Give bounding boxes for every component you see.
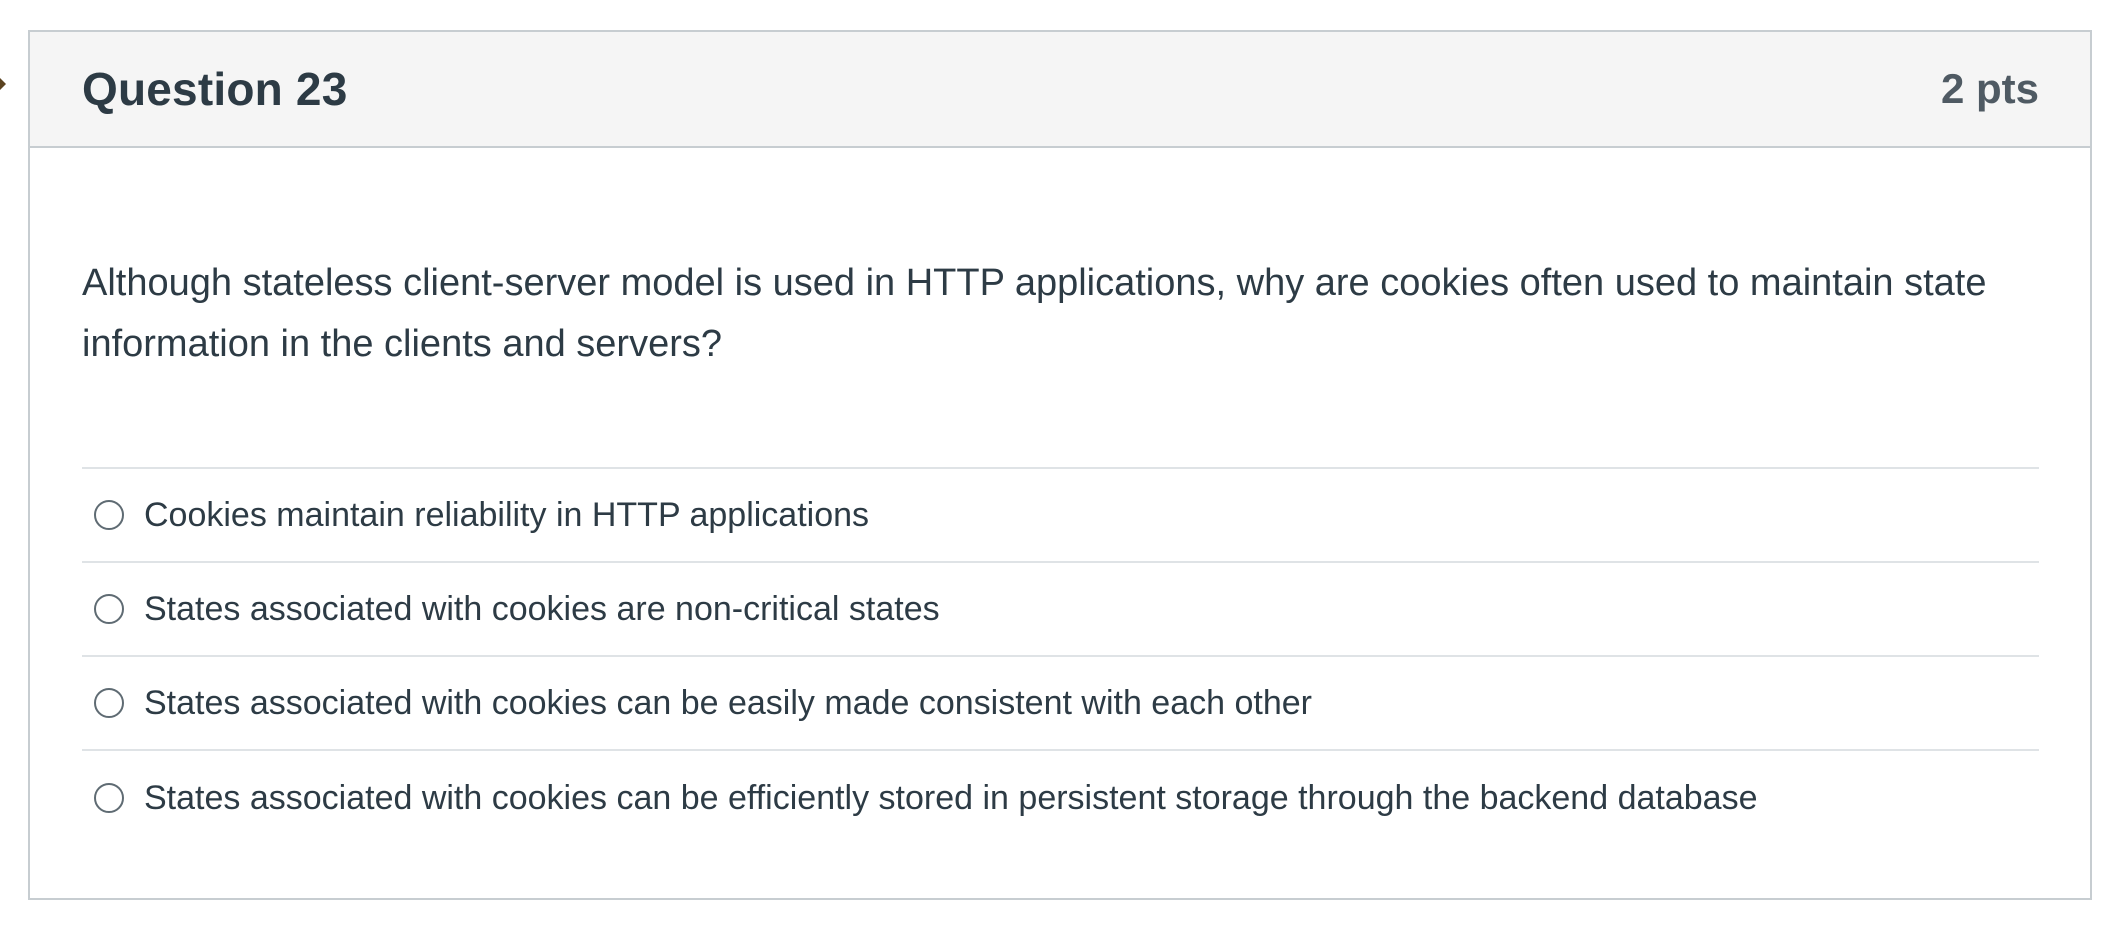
answer-option-3[interactable]: States associated with cookies can be ea… xyxy=(82,657,2039,751)
answer-option-1[interactable]: Cookies maintain reliability in HTTP app… xyxy=(82,469,2039,563)
quiz-page: Question 23 2 pts Although stateless cli… xyxy=(0,0,2122,927)
answer-option-2[interactable]: States associated with cookies are non-c… xyxy=(82,563,2039,657)
answer-label: States associated with cookies can be ef… xyxy=(144,778,1758,817)
answer-option-4[interactable]: States associated with cookies can be ef… xyxy=(82,751,2039,845)
question-card: Question 23 2 pts Although stateless cli… xyxy=(28,30,2092,900)
answer-list: Cookies maintain reliability in HTTP app… xyxy=(82,467,2039,845)
answer-label: States associated with cookies can be ea… xyxy=(144,683,1312,722)
question-points: 2 pts xyxy=(1940,65,2039,112)
question-header: Question 23 2 pts xyxy=(30,32,2090,148)
answer-label: Cookies maintain reliability in HTTP app… xyxy=(144,495,870,534)
radio-button-icon[interactable] xyxy=(94,500,124,530)
question-text: Although stateless client-server model i… xyxy=(82,262,1987,365)
question-title: Question 23 xyxy=(82,63,348,115)
radio-button-icon[interactable] xyxy=(94,594,124,624)
answer-label: States associated with cookies are non-c… xyxy=(144,589,940,628)
question-body: Although stateless client-server model i… xyxy=(30,148,2090,845)
radio-button-icon[interactable] xyxy=(94,783,124,813)
radio-button-icon[interactable] xyxy=(94,688,124,718)
flag-marker-icon[interactable] xyxy=(0,72,6,96)
